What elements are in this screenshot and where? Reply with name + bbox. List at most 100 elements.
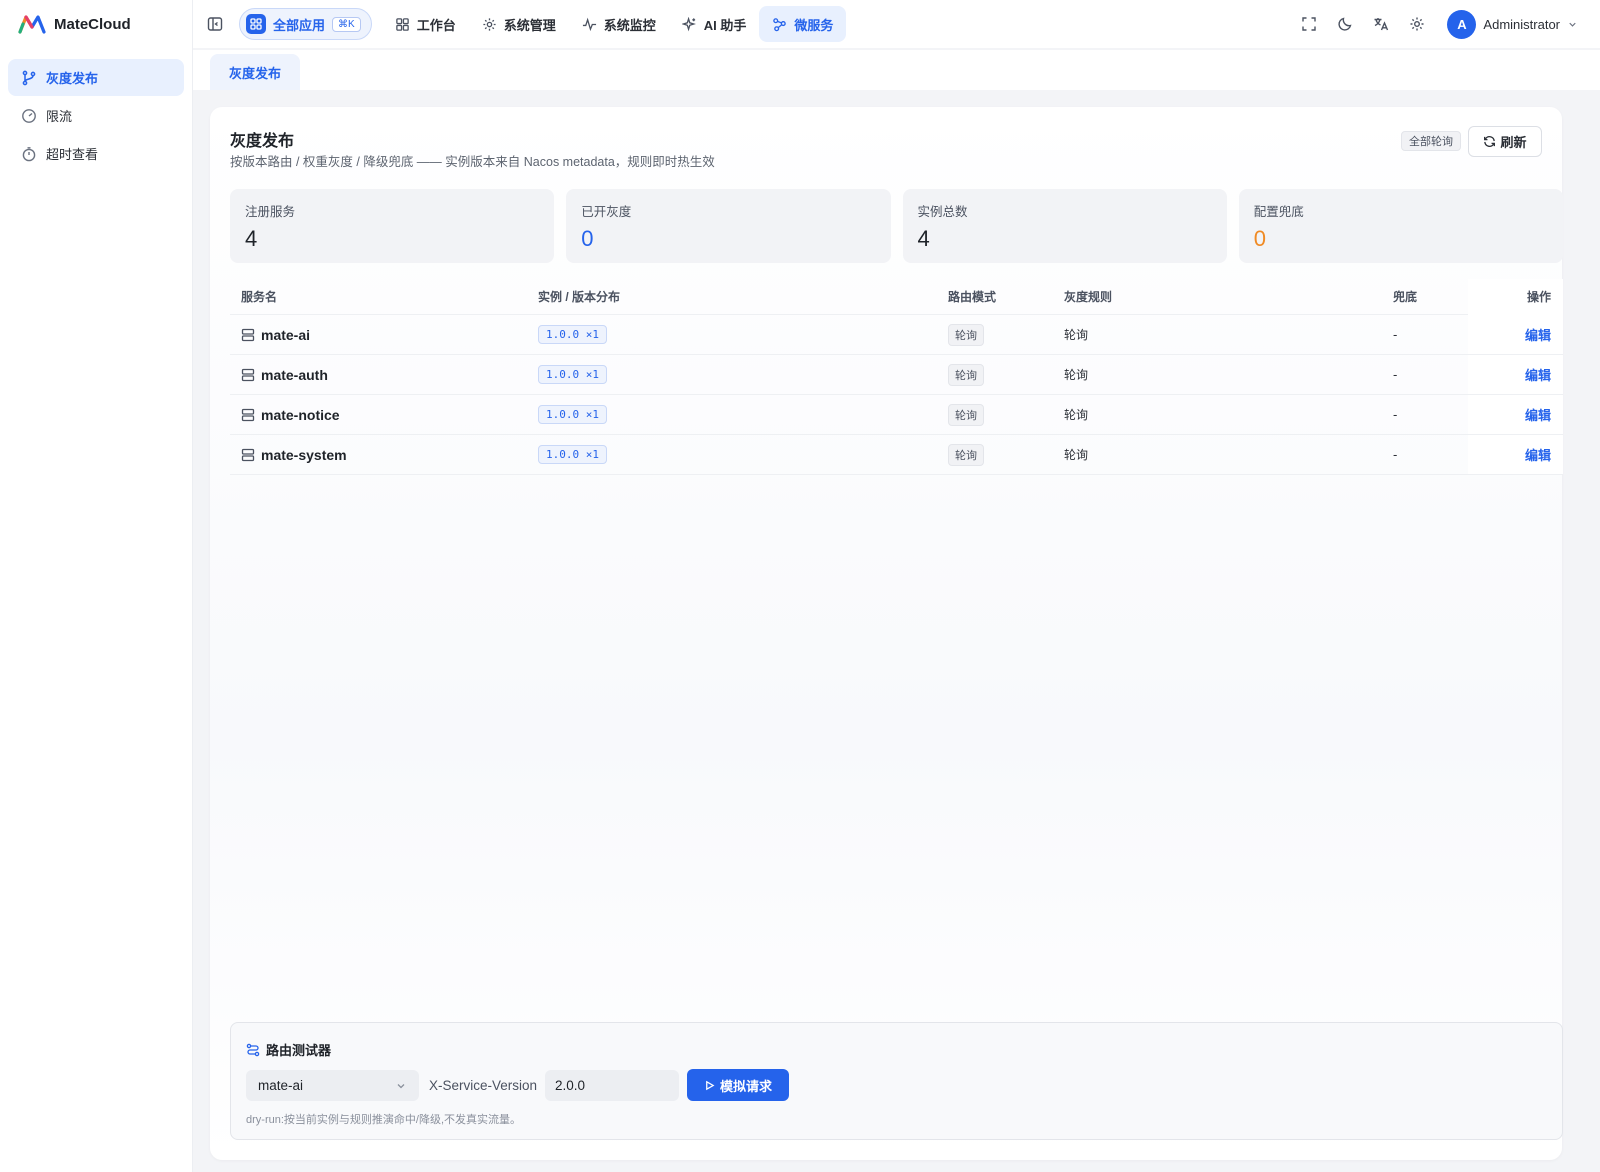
all-apps-label: 全部应用 <box>273 17 326 33</box>
page-title: 灰度发布 <box>230 133 295 150</box>
version-input[interactable] <box>545 1070 679 1101</box>
branch-icon <box>22 70 36 85</box>
edit-button[interactable]: 编辑 <box>1525 325 1551 344</box>
column-header: 路由模式 <box>948 290 997 304</box>
apps-grid-icon <box>246 14 266 34</box>
chevron-down-icon <box>397 1083 405 1088</box>
route-mode-tag: 轮询 <box>948 323 984 346</box>
edit-button[interactable]: 编辑 <box>1525 365 1551 384</box>
nav-system-monitor[interactable]: 系统监控 <box>569 6 669 42</box>
gray-rule: 轮询 <box>1064 448 1089 462</box>
stat-label: 注册服务 <box>245 205 296 219</box>
header-name-label: X-Service-Version <box>429 1078 538 1093</box>
refresh-label: 刷新 <box>1500 135 1527 150</box>
route-mode-tag: 轮询 <box>948 363 984 386</box>
fullscreen-icon <box>1302 17 1317 31</box>
stat-value: 0 <box>581 226 594 251</box>
stat-value: 4 <box>917 226 930 251</box>
sidebar-item-timeout[interactable]: 超时查看 <box>8 135 184 172</box>
gray-rule: 轮询 <box>1064 408 1089 422</box>
grid-icon <box>395 17 409 31</box>
sparkle-icon <box>681 16 696 31</box>
simulate-label: 模拟请求 <box>719 1078 772 1094</box>
mode-badge: 全部轮询 <box>1401 131 1461 151</box>
column-header: 服务名 <box>241 290 278 304</box>
column-header: 操作 <box>1468 278 1563 315</box>
column-header: 灰度规则 <box>1064 290 1113 304</box>
sidebar-toggle-icon <box>207 17 223 31</box>
stat-label: 配置兜底 <box>1253 205 1304 219</box>
version-tag: 1.0.0 ×1 <box>538 325 607 344</box>
nav-label: 工作台 <box>416 17 456 33</box>
tab-bar: 灰度发布 <box>193 50 1600 90</box>
timer-icon <box>22 146 36 161</box>
nav-ai-assistant[interactable]: AI 助手 <box>669 6 760 42</box>
route-mode-tag: 轮询 <box>948 403 984 426</box>
all-apps-button[interactable]: 全部应用 ⌘K <box>239 8 372 40</box>
header-actions: A Administrator <box>1291 6 1600 42</box>
fallback-value: - <box>1393 327 1398 342</box>
sidebar-item-label: 限流 <box>46 109 73 124</box>
service-name: mate-auth <box>261 366 328 383</box>
version-tag: 1.0.0 ×1 <box>538 445 607 464</box>
translate-icon <box>1374 18 1389 31</box>
route-icon <box>246 1043 260 1056</box>
refresh-button[interactable]: 刷新 <box>1468 126 1542 157</box>
gauge-icon <box>22 108 36 123</box>
user-menu[interactable]: A Administrator <box>1447 9 1578 39</box>
gray-rule: 轮询 <box>1064 368 1089 382</box>
server-icon <box>241 448 255 461</box>
stats-row: 注册服务 4 已开灰度 0 实例总数 4 配置兜底 0 <box>230 189 1563 263</box>
language-button[interactable] <box>1363 6 1399 42</box>
route-tester-title: 路由测试器 <box>246 1040 331 1059</box>
chevron-down-icon <box>1569 22 1576 27</box>
sidebar-item-label: 超时查看 <box>46 147 99 162</box>
sidebar-item-gray-release[interactable]: 灰度发布 <box>8 59 184 96</box>
version-tag: 1.0.0 ×1 <box>538 405 607 424</box>
stat-card: 已开灰度 0 <box>566 189 891 263</box>
matecloud-logo <box>18 15 46 34</box>
stat-card: 实例总数 4 <box>902 189 1227 263</box>
stat-label: 实例总数 <box>917 205 968 219</box>
network-icon <box>773 17 787 31</box>
fallback-value: - <box>1393 407 1398 422</box>
edit-button[interactable]: 编辑 <box>1525 445 1551 464</box>
nav-workbench[interactable]: 工作台 <box>382 6 469 42</box>
gear-icon <box>1410 17 1424 31</box>
shortcut-badge: ⌘K <box>332 16 361 32</box>
page-subtitle: 按版本路由 / 权重灰度 / 降级兜底 —— 实例版本来自 Nacos meta… <box>230 155 715 169</box>
route-mode-tag: 轮询 <box>948 443 984 466</box>
nav-microservices[interactable]: 微服务 <box>759 6 847 42</box>
moon-icon <box>1338 17 1352 31</box>
collapse-sidebar-button[interactable] <box>201 10 229 38</box>
sidebar-item-rate-limit[interactable]: 限流 <box>8 97 184 134</box>
gear-icon <box>483 17 496 31</box>
fullscreen-button[interactable] <box>1291 6 1327 42</box>
side-menu: 灰度发布 限流 超时查看 <box>0 48 192 184</box>
service-name: mate-notice <box>261 406 340 423</box>
theme-toggle-button[interactable] <box>1327 6 1363 42</box>
main-card: 灰度发布 按版本路由 / 权重灰度 / 降级兜底 —— 实例版本来自 Nacos… <box>210 107 1563 1160</box>
stat-card: 配置兜底 0 <box>1238 189 1563 263</box>
table-row: mate-notice 1.0.0 ×1 轮询 轮询 - 编辑 <box>230 395 1563 435</box>
settings-button[interactable] <box>1399 6 1435 42</box>
tab-gray-release[interactable]: 灰度发布 <box>210 54 301 90</box>
nav-system-management[interactable]: 系统管理 <box>469 6 569 42</box>
refresh-icon <box>1484 136 1496 147</box>
table-row: mate-ai 1.0.0 ×1 轮询 轮询 - 编辑 <box>230 315 1563 355</box>
server-icon <box>241 328 255 341</box>
simulate-request-button[interactable]: 模拟请求 <box>687 1069 789 1101</box>
server-icon <box>241 408 255 421</box>
nav-label: 系统管理 <box>503 17 556 33</box>
stat-label: 已开灰度 <box>581 205 632 219</box>
server-icon <box>241 368 255 381</box>
service-select[interactable]: mate-ai <box>246 1070 419 1101</box>
fallback-value: - <box>1393 367 1398 382</box>
stat-card: 注册服务 4 <box>230 189 555 263</box>
fallback-value: - <box>1393 447 1398 462</box>
edit-button[interactable]: 编辑 <box>1525 405 1551 424</box>
brand[interactable]: MateCloud <box>0 0 192 48</box>
table-header: 服务名 实例 / 版本分布 路由模式 灰度规则 兜底 操作 <box>230 278 1563 315</box>
service-name: mate-system <box>261 446 347 463</box>
service-name: mate-ai <box>261 326 311 343</box>
